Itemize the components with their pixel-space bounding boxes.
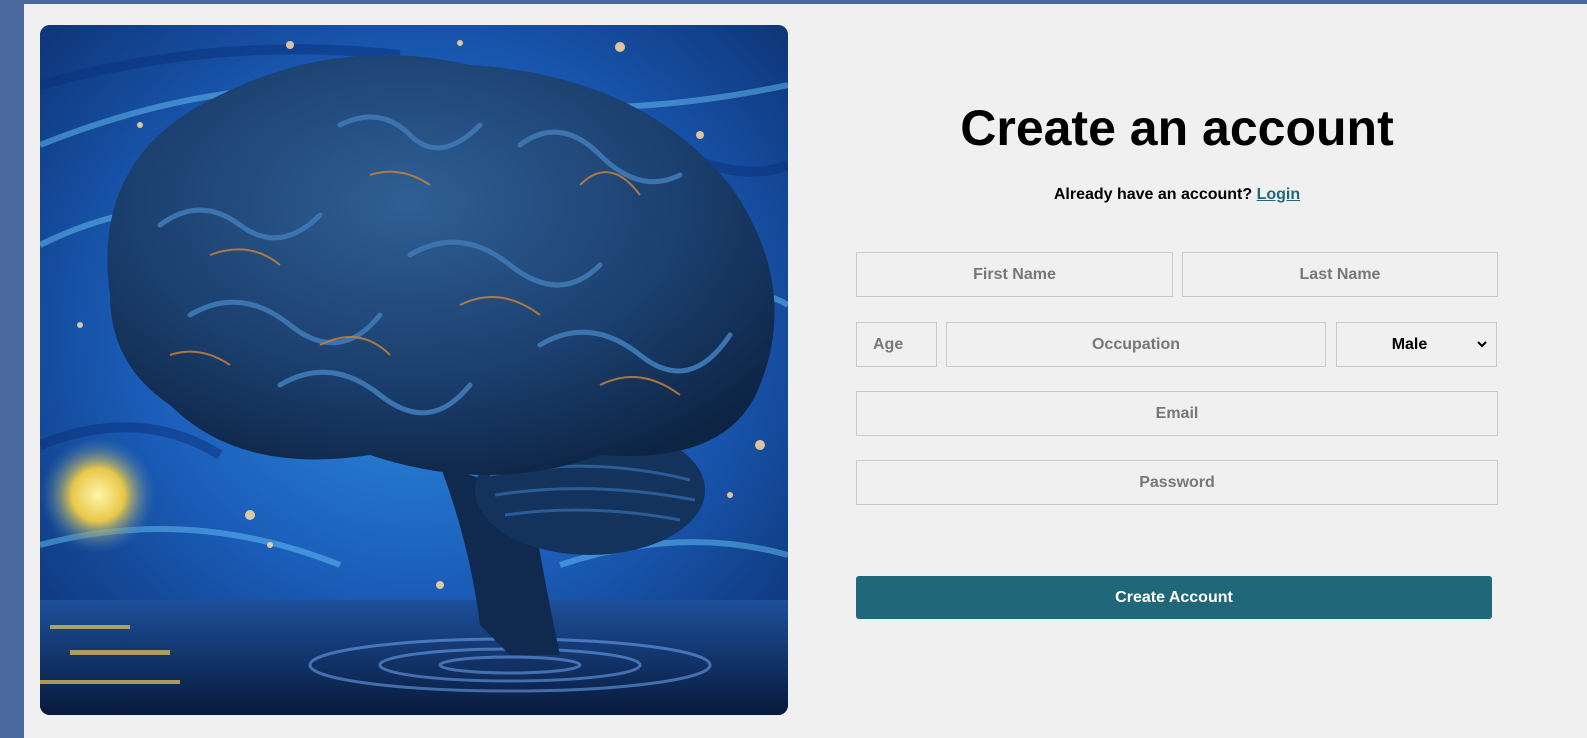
email-input[interactable]: [856, 391, 1498, 436]
chevron-down-icon: [1477, 341, 1487, 348]
password-input[interactable]: [856, 460, 1498, 505]
login-prompt: Already have an account? Login: [832, 186, 1522, 204]
last-name-input[interactable]: [1182, 252, 1498, 297]
login-link[interactable]: Login: [1257, 186, 1301, 203]
hero-image: [40, 25, 788, 715]
signup-form: Create an account Already have an accoun…: [832, 4, 1552, 738]
age-input[interactable]: [856, 322, 937, 367]
gender-select-value: Male: [1391, 336, 1428, 353]
brain-illustration: [40, 25, 788, 715]
create-account-button[interactable]: Create Account: [856, 576, 1492, 619]
login-prompt-text: Already have an account?: [1053, 186, 1253, 203]
page-title: Create an account: [960, 100, 1394, 156]
occupation-input[interactable]: [946, 322, 1326, 367]
first-name-input[interactable]: [856, 252, 1173, 297]
signup-card: Create an account Already have an accoun…: [24, 4, 1587, 738]
gender-select[interactable]: Male: [1336, 322, 1497, 367]
